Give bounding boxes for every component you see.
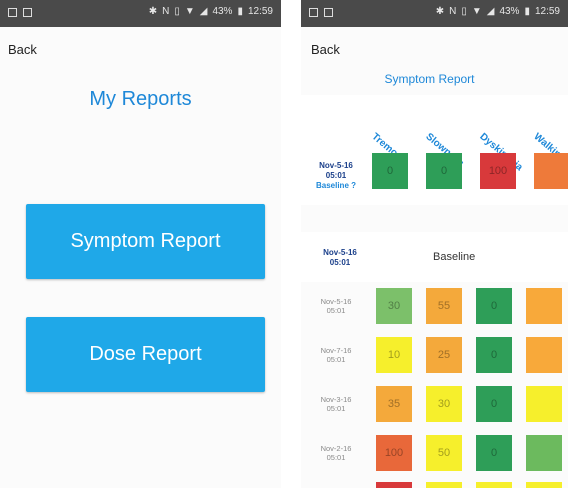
section-date: Nov-5-16 05:01 bbox=[323, 248, 357, 267]
next-row-cell-partial bbox=[376, 482, 412, 488]
row-cell-dyskinesia[interactable]: 0 bbox=[476, 288, 512, 324]
page-title: My Reports bbox=[89, 88, 192, 110]
vibrate-icon: ▯ bbox=[461, 6, 467, 17]
dose-report-button[interactable]: Dose Report bbox=[26, 317, 265, 392]
row-label: Nov-5-16 05:01 bbox=[320, 297, 352, 315]
battery-percent: 43% bbox=[212, 6, 233, 17]
bluetooth-icon: ✱ bbox=[148, 6, 158, 17]
status-bar: ✱ N ▯ ▼ ◢ 43% ▮ 12:59 bbox=[0, 0, 281, 27]
row-cell-slowness[interactable]: 30 bbox=[426, 386, 462, 422]
gallery-icon bbox=[324, 8, 333, 17]
row-cell-walking[interactable] bbox=[526, 337, 562, 373]
report-title: Symptom Report bbox=[384, 72, 475, 86]
baseline-cell-walking[interactable] bbox=[534, 153, 568, 189]
row-cell-tremor[interactable]: 30 bbox=[376, 288, 412, 324]
notification-icon bbox=[8, 8, 17, 17]
row-cell-slowness[interactable]: 55 bbox=[426, 288, 462, 324]
signal-icon: ◢ bbox=[486, 6, 495, 17]
baseline-cell-tremor[interactable]: 0 bbox=[372, 153, 408, 189]
vibrate-icon: ▯ bbox=[174, 6, 180, 17]
gallery-icon bbox=[23, 8, 32, 17]
baseline-link[interactable]: Baseline ? bbox=[301, 181, 371, 191]
next-row-cell-partial bbox=[476, 482, 512, 488]
clock: 12:59 bbox=[247, 6, 273, 17]
row-label: Nov-2-16 05:01 bbox=[320, 444, 352, 462]
row-cell-dyskinesia[interactable]: 0 bbox=[476, 435, 512, 471]
row-label: Nov-3-16 05:01 bbox=[320, 395, 352, 413]
wifi-icon: ▼ bbox=[184, 6, 195, 17]
baseline-cell-dyskinesia[interactable]: 100 bbox=[480, 153, 516, 189]
back-link[interactable]: Back bbox=[311, 42, 340, 57]
row-cell-tremor[interactable]: 10 bbox=[376, 337, 412, 373]
row-label: Nov-7-16 05:01 bbox=[320, 346, 352, 364]
row-cell-slowness[interactable]: 25 bbox=[426, 337, 462, 373]
row-cell-tremor[interactable]: 100 bbox=[376, 435, 412, 471]
next-row-cell-partial bbox=[426, 482, 462, 488]
signal-icon: ◢ bbox=[199, 6, 208, 17]
row-cell-walking[interactable] bbox=[526, 435, 562, 471]
section-label: Baseline bbox=[433, 251, 476, 263]
row-cell-slowness[interactable]: 50 bbox=[426, 435, 462, 471]
row-cell-tremor[interactable]: 35 bbox=[376, 386, 412, 422]
notification-icon bbox=[309, 8, 318, 17]
bluetooth-icon: ✱ bbox=[435, 6, 445, 17]
clock: 12:59 bbox=[534, 6, 560, 17]
row-cell-walking[interactable] bbox=[526, 386, 562, 422]
symptom-report-button[interactable]: Symptom Report bbox=[26, 204, 265, 279]
battery-icon: ▮ bbox=[524, 6, 530, 17]
next-row-cell-partial bbox=[526, 482, 562, 488]
back-link[interactable]: Back bbox=[8, 42, 37, 57]
row-cell-dyskinesia[interactable]: 0 bbox=[476, 337, 512, 373]
status-bar: ✱ N ▯ ▼ ◢ 43% ▮ 12:59 bbox=[301, 0, 568, 27]
baseline-cell-slowness[interactable]: 0 bbox=[426, 153, 462, 189]
baseline-row-label: Nov-5-16 05:01 Baseline ? bbox=[301, 161, 371, 191]
my-reports-screen: ✱ N ▯ ▼ ◢ 43% ▮ 12:59 Back My Reports Sy… bbox=[0, 0, 281, 488]
nfc-icon: N bbox=[449, 6, 457, 17]
battery-icon: ▮ bbox=[237, 6, 243, 17]
row-cell-dyskinesia[interactable]: 0 bbox=[476, 386, 512, 422]
symptom-report-screen: ✱ N ▯ ▼ ◢ 43% ▮ 12:59 Back Symptom Repor… bbox=[301, 0, 568, 488]
nfc-icon: N bbox=[162, 6, 170, 17]
battery-percent: 43% bbox=[499, 6, 520, 17]
wifi-icon: ▼ bbox=[471, 6, 482, 17]
row-cell-walking[interactable] bbox=[526, 288, 562, 324]
